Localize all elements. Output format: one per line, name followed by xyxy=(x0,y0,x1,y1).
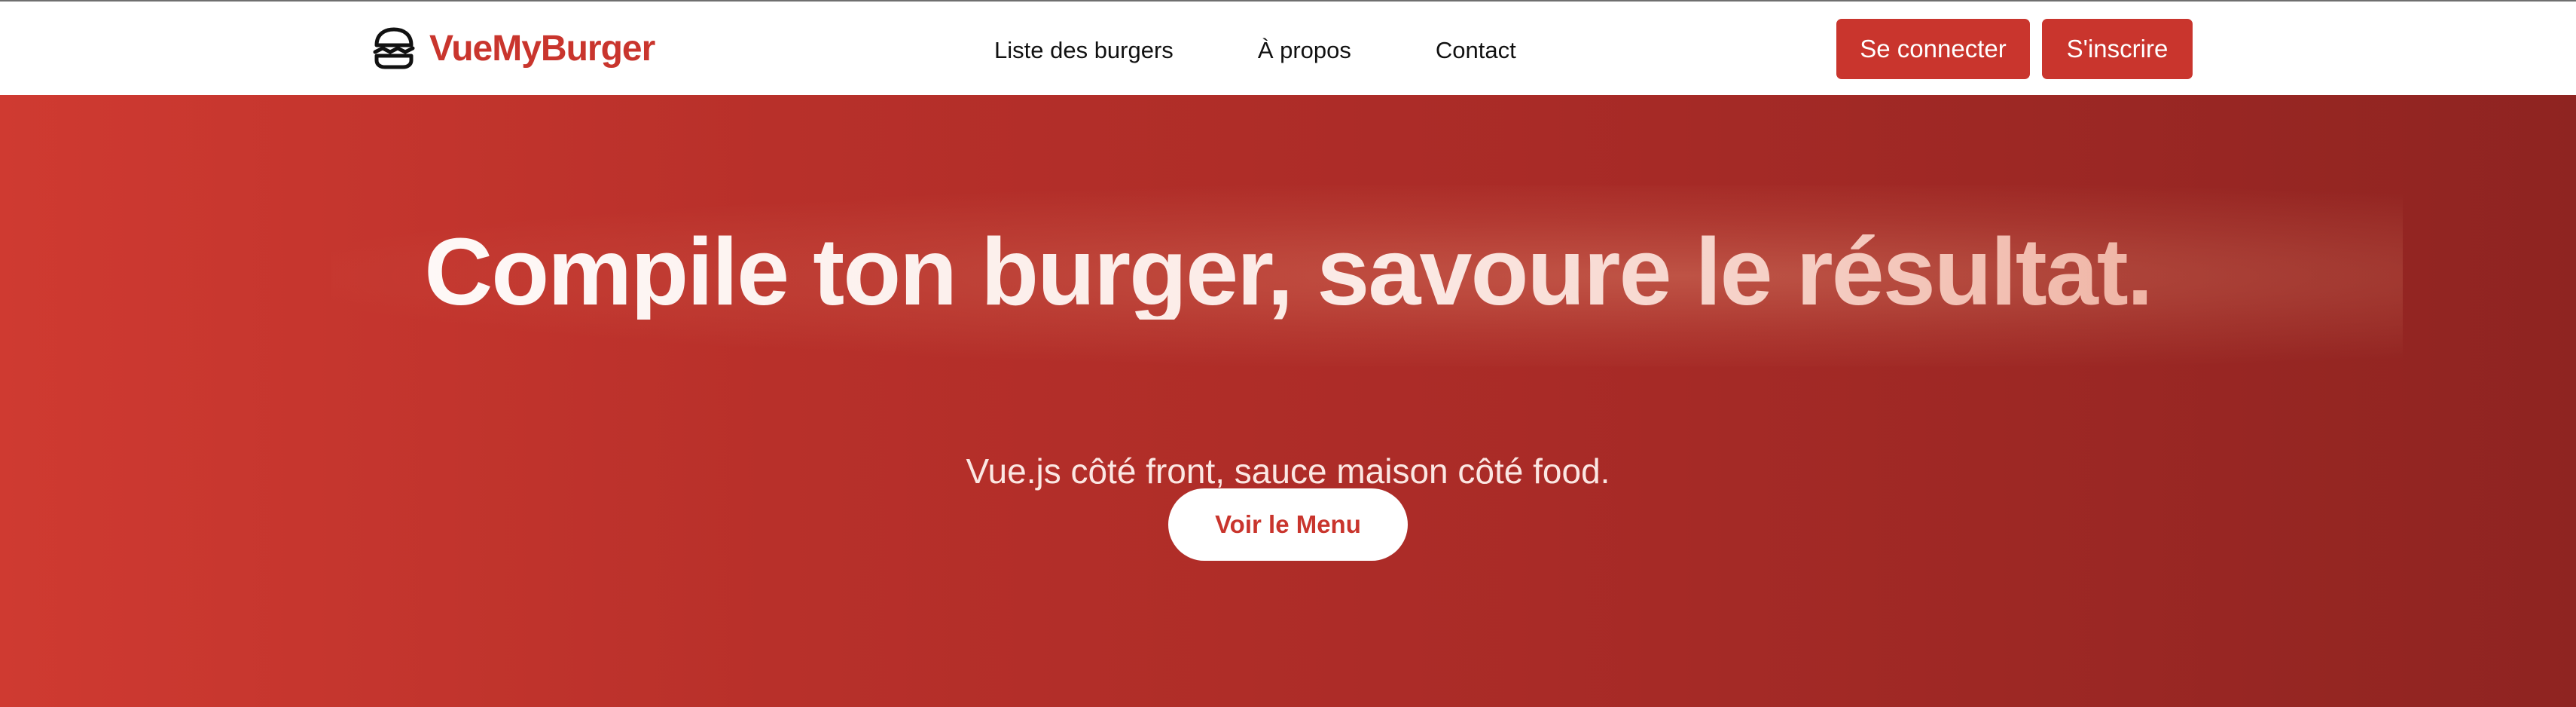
navbar: VueMyBurger Liste des burgers À propos C… xyxy=(0,2,2576,95)
signup-button[interactable]: S'inscrire xyxy=(2042,19,2193,79)
main-nav: Liste des burgers À propos Contact xyxy=(994,32,1516,69)
nav-link-contact[interactable]: Contact xyxy=(1436,37,1516,64)
hero-subtitle: Vue.js côté front, sauce maison côté foo… xyxy=(966,451,1610,491)
burger-icon xyxy=(372,27,416,69)
brand-logo-link[interactable]: VueMyBurger xyxy=(372,26,655,71)
brand-name: VueMyBurger xyxy=(429,28,655,69)
nav-link-burgers[interactable]: Liste des burgers xyxy=(994,37,1174,64)
view-menu-button[interactable]: Voir le Menu xyxy=(1168,488,1408,561)
auth-buttons: Se connecter S'inscrire xyxy=(1836,19,2193,79)
login-button[interactable]: Se connecter xyxy=(1836,19,2030,79)
nav-link-about[interactable]: À propos xyxy=(1258,37,1351,64)
hero-section: Compile ton burger, savoure le résultat.… xyxy=(0,95,2576,707)
hero-title: Compile ton burger, savoure le résultat. xyxy=(0,225,2576,320)
